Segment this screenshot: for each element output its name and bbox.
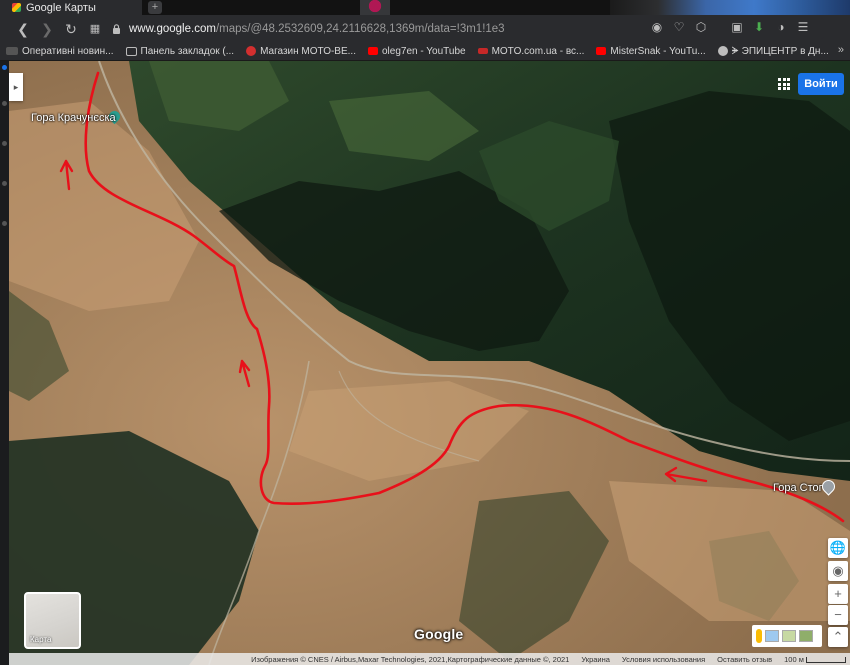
layer-thumb-icon[interactable] [765,630,779,642]
vpn-extension-icon[interactable]: ◑ [774,20,788,34]
satellite-map[interactable]: ▸ Гора Крачунєска Гора Стог Войти 🌐 ◉ + … [9,61,850,665]
bookmark-epicentr[interactable]: ᗙ ЭПИЦЕНТР в Дн... [717,46,829,57]
address-bar-actions: ◉ ♡ ⬡ ▣ ⬇ ◑ ☰ [650,20,810,34]
speed-dial-icon[interactable]: ▦ [86,20,104,38]
my-location-icon[interactable]: ◉ [828,561,848,581]
map-type-label: Карта [30,635,52,644]
place-label-left[interactable]: Гора Крачунєска [31,112,116,124]
epicentr-icon [717,46,728,56]
reload-icon[interactable]: ↻ [62,20,80,38]
bookmark-news[interactable]: Оперативні новин... [6,46,114,57]
youtube-icon [367,47,378,55]
sidebar-icon[interactable] [2,65,7,70]
camera-icon[interactable]: ◉ [650,20,664,34]
sign-in-button[interactable]: Войти [798,73,844,95]
country-link[interactable]: Украина [581,655,610,664]
youtube-icon [596,47,607,55]
attribution-bar: Изображения © CNES / Airbus,Maxar Techno… [9,653,850,665]
terms-link[interactable]: Условия использования [622,655,705,664]
lock-icon [113,23,120,34]
feedback-link[interactable]: Оставить отзыв [717,655,772,664]
folder-icon [125,46,137,56]
moto-shop-icon [246,46,257,56]
back-arrow-icon[interactable]: ❮ [14,20,32,38]
google-maps-favicon-icon [12,3,21,12]
forward-arrow-icon[interactable]: ❯ [38,20,56,38]
collapse-panel-button[interactable]: ▸ [9,73,23,101]
bookmark-moto-com-ua[interactable]: MOTO.com.ua - вс... [477,46,584,57]
moto-site-icon [477,48,488,54]
pegman-icon[interactable] [756,629,762,643]
satellite-imagery [9,61,850,665]
zoom-out-button[interactable]: − [828,605,848,625]
tab-strip-decoration [360,0,390,15]
window-background [610,0,850,15]
url-text: www.google.com/maps/@48.2532609,24.21166… [129,22,505,35]
tab-google-maps[interactable]: Google Карты [0,0,142,15]
tab-strip: Google Карты + [0,0,850,15]
bookmark-folder[interactable]: Панель закладок (... [125,46,234,57]
bookmark-youtube-oleg7en[interactable]: oleg7en - YouTube [367,46,466,57]
google-logo: Google [414,626,464,642]
zoom-in-button[interactable]: + [828,584,848,604]
layer-thumb-icon[interactable] [799,630,813,642]
browser-sidebar [0,61,9,665]
layer-thumb-icon[interactable] [782,630,796,642]
map-type-toggle[interactable]: Карта [24,592,81,649]
news-icon [6,47,18,55]
bookmark-youtube-mistersnak[interactable]: MisterSnak - YouTu... [596,46,706,57]
scale-control[interactable]: 100 м [784,655,846,664]
bookmark-moto-shop[interactable]: Магазин МОТО-ВЕ... [246,46,356,57]
sidebar-icon[interactable] [2,221,7,226]
sidebar-icon[interactable] [2,181,7,186]
download-extension-icon[interactable]: ⬇ [752,20,766,34]
tab-title: Google Карты [26,1,96,14]
bookmarks-overflow-icon[interactable]: » [838,44,844,56]
menu-icon[interactable]: ☰ [796,20,810,34]
layers-control[interactable] [752,625,822,647]
place-label-right[interactable]: Гора Стог [773,482,823,494]
sidebar-icon[interactable] [2,141,7,146]
chevron-up-icon[interactable]: ⌃ [828,627,848,647]
sidebar-icon[interactable] [2,101,7,106]
cube-icon[interactable]: ⬡ [694,20,708,34]
snapshot-icon[interactable]: ▣ [730,20,744,34]
heart-icon[interactable]: ♡ [672,20,686,34]
globe-icon[interactable]: 🌐 [828,538,848,558]
imagery-attribution: Изображения © CNES / Airbus,Maxar Techno… [251,654,570,664]
new-tab-button[interactable]: + [148,1,162,14]
google-apps-icon[interactable] [778,78,790,90]
bookmarks-bar: Оперативні новин... Панель закладок (...… [0,42,850,61]
